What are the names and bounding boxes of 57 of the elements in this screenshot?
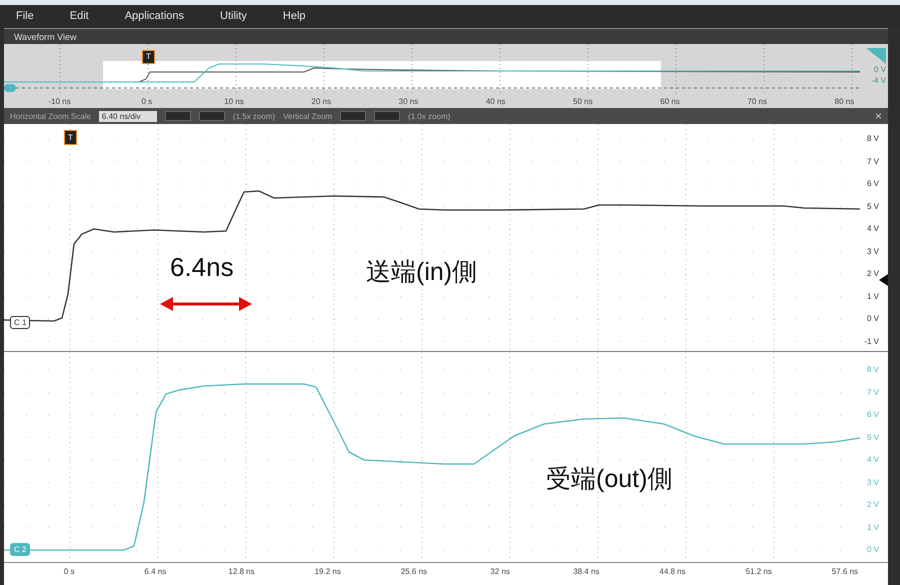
- axis-label: 44.8 ns: [658, 566, 687, 578]
- axis-label: 0 V: [866, 544, 879, 556]
- axis-label: 60 ns: [659, 96, 681, 108]
- menu-item[interactable]: Help: [282, 10, 306, 22]
- menu-item[interactable]: File: [16, 10, 34, 22]
- axis-label: 70 ns: [746, 96, 768, 108]
- axis-label: 6 V: [866, 178, 879, 190]
- axis-label: 57.6 ns: [830, 566, 860, 578]
- menu-item[interactable]: Applications: [124, 10, 184, 22]
- axis-label: 6.4 ns: [143, 566, 168, 578]
- arrow-icon[interactable]: [879, 274, 888, 286]
- axis-label: 30 ns: [398, 96, 420, 108]
- axis-label: 0 s: [62, 566, 76, 578]
- axis-label: 4 V: [866, 223, 879, 235]
- axis-label: 32 ns: [489, 566, 511, 578]
- triangle-icon: [866, 48, 886, 64]
- axis-label: 12.8 ns: [227, 566, 256, 578]
- axis-label: 80 ns: [834, 96, 856, 108]
- axis-label: -1 V: [864, 336, 879, 348]
- axis-label: 19.2 ns: [314, 566, 342, 578]
- menu-item[interactable]: Edit: [70, 10, 89, 22]
- axis-label: 50 ns: [572, 96, 594, 108]
- axis-label: 8 V: [866, 133, 879, 145]
- axis-label: 8 V: [866, 364, 879, 376]
- axis-label: 0 V: [866, 313, 879, 325]
- axis-label: -10 ns: [47, 96, 72, 108]
- panel-title: Waveform View: [14, 32, 77, 42]
- axis-label: 1 V: [866, 290, 879, 302]
- axis-label: 1 V: [866, 522, 879, 534]
- axis-label: 0 s: [140, 96, 154, 108]
- axis-label: 5 V: [866, 200, 879, 212]
- axis-label: 40 ns: [484, 96, 506, 108]
- axis-label: 3 V: [866, 476, 879, 488]
- vertical-zoom-label: Vertical Zoom: [283, 112, 332, 120]
- axis-label: 7 V: [866, 386, 879, 398]
- channel-tag-icon: [4, 84, 16, 92]
- axis-label: 20 ns: [310, 96, 332, 108]
- axis-label: 25.6 ns: [400, 566, 428, 578]
- trigger-marker[interactable]: T: [142, 50, 155, 64]
- axis-label: 2 V: [866, 268, 879, 280]
- axis-label: 38.4 ns: [572, 566, 600, 578]
- axis-label: 3 V: [866, 246, 879, 258]
- axis-label: 2 V: [866, 499, 879, 511]
- axis-label: 7 V: [866, 156, 879, 168]
- menu-item[interactable]: Utility: [220, 10, 247, 22]
- axis-label: 51.2 ns: [744, 566, 773, 578]
- axis-label: 4 V: [866, 454, 879, 466]
- close-button[interactable]: ×: [874, 109, 882, 123]
- zoom-factor: (1.5x zoom): [232, 112, 276, 120]
- zoom-factor: (1.0x zoom): [408, 112, 450, 120]
- axis-label: 5 V: [866, 432, 879, 444]
- axis-label: 10 ns: [223, 96, 245, 108]
- axis-label: -4 V: [871, 75, 886, 86]
- axis-label: 0 V: [874, 64, 886, 75]
- horizontal-zoom-label: Horizontal Zoom Scale: [10, 112, 91, 120]
- zoom-scale-field[interactable]: 6.40 ns/div: [98, 110, 157, 122]
- axis-label: 6 V: [866, 409, 879, 421]
